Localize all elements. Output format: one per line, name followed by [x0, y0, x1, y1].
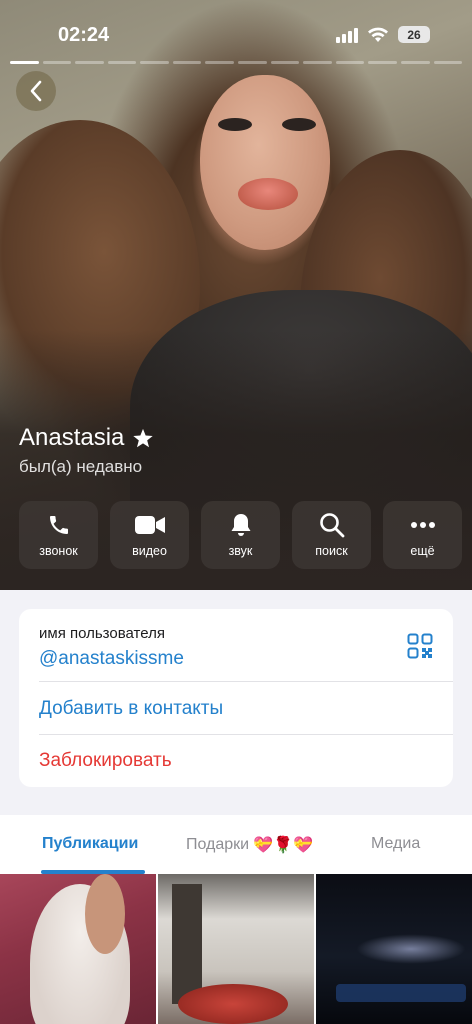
status-time: 02:24	[58, 24, 110, 46]
media-thumbnail[interactable]	[0, 874, 156, 1024]
media-grid	[0, 874, 472, 1024]
tab-gifts-label: Подарки	[186, 836, 250, 854]
more-label: ещё	[410, 544, 435, 558]
search-icon	[319, 513, 344, 538]
video-label: видео	[132, 544, 167, 558]
star-icon[interactable]	[132, 428, 154, 449]
search-button[interactable]: поиск	[292, 501, 371, 569]
more-button[interactable]: ещё	[383, 501, 462, 569]
block-button[interactable]: Заблокировать	[39, 750, 453, 772]
back-button[interactable]	[16, 71, 56, 111]
video-camera-icon	[134, 516, 165, 534]
info-card: имя пользователя @anastaskissme Добавить…	[19, 609, 453, 787]
video-button[interactable]: видео	[110, 501, 189, 569]
media-thumbnail[interactable]	[316, 874, 472, 1024]
profile-name-row: Anastasia	[19, 424, 154, 452]
photo-lips	[238, 178, 298, 210]
search-label: поиск	[315, 544, 348, 558]
phone-icon	[49, 516, 68, 534]
photo-eye-right	[282, 118, 316, 131]
profile-tabs: Публикации Подарки 💝🌹💝 Медиа	[0, 815, 472, 874]
sound-label: звук	[228, 544, 253, 558]
story-progress	[10, 61, 463, 64]
tab-publications[interactable]: Публикации	[42, 835, 138, 853]
profile-name: Anastasia	[19, 424, 125, 451]
last-seen-status: был(а) недавно	[19, 457, 143, 476]
call-label: звонок	[39, 544, 78, 558]
tab-gifts[interactable]: Подарки 💝🌹💝	[186, 835, 313, 855]
bell-icon	[231, 514, 250, 536]
signal-icon	[336, 27, 358, 43]
gift-emojis: 💝🌹💝	[253, 837, 313, 854]
qr-code-icon	[407, 633, 433, 659]
more-dots-icon	[410, 522, 435, 528]
tab-media[interactable]: Медиа	[371, 835, 420, 853]
photo-eye-left	[218, 118, 252, 131]
status-icons: 26	[336, 26, 430, 43]
media-thumbnail[interactable]	[158, 874, 314, 1024]
photo-face	[200, 75, 330, 250]
call-button[interactable]: звонок	[19, 501, 98, 569]
sound-button[interactable]: звук	[201, 501, 280, 569]
qr-code-button[interactable]	[407, 633, 433, 664]
divider	[39, 734, 453, 735]
username-value[interactable]: @anastaskissme	[39, 648, 453, 670]
add-contact-button[interactable]: Добавить в контакты	[39, 698, 453, 720]
wifi-icon	[368, 27, 388, 42]
battery-icon: 26	[398, 26, 430, 43]
action-bar: звонок видео звук поиск ещё	[19, 501, 462, 569]
chevron-left-icon	[30, 80, 42, 102]
divider	[39, 681, 453, 682]
username-row[interactable]: имя пользователя @anastaskissme	[39, 625, 453, 670]
username-label: имя пользователя	[39, 625, 165, 642]
